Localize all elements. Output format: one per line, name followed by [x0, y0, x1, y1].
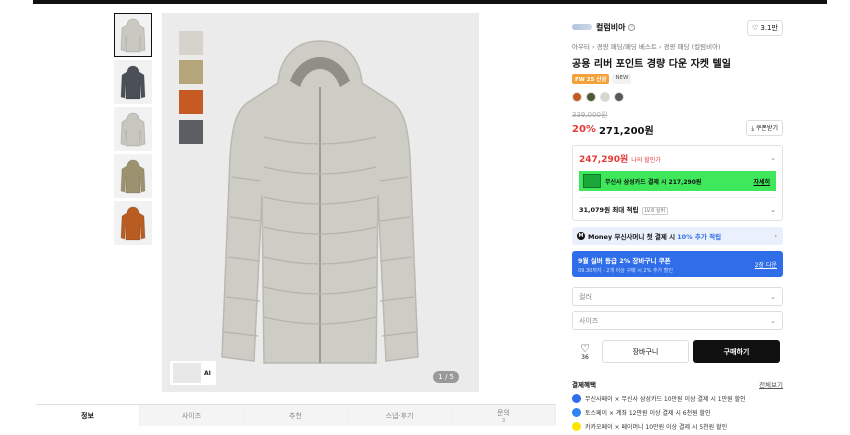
my-price-box: 247,290원 나의 할인가 ⌄ 무신사 삼성카드 결제 시 217,290원 …: [572, 145, 783, 221]
size-select[interactable]: 사이즈 ⌄: [572, 311, 783, 330]
jacket-thumbnail-image: [120, 206, 146, 241]
jacket-thumbnail-image: [120, 112, 146, 147]
tab-size[interactable]: 사이즈: [140, 405, 244, 426]
size-select-label: 사이즈: [579, 316, 599, 325]
sale-price: 271,200원: [598, 126, 654, 137]
promo-subtitle: 09.30까지 · 2개 이상 구매 시 2% 추가 할인: [578, 268, 673, 274]
chevron-down-icon: ⌄: [770, 293, 776, 301]
product-info-panel: 컬럼비아 i ♡ 3.1만 아우터 › 경량 패딩/패딩 베스트 › 경량 패딩…: [572, 18, 783, 431]
color-swatch-3: [179, 90, 203, 114]
main-product-image: AI 1 / 5: [162, 13, 479, 392]
brand-like-button[interactable]: ♡ 3.1만: [747, 20, 783, 36]
brand-logo[interactable]: [572, 24, 592, 30]
money-highlight: 10% 추가 적립: [677, 233, 722, 241]
discount-rate: 20%: [572, 124, 596, 135]
brand-name[interactable]: 컬럼비아: [596, 22, 625, 33]
thumbnail-3[interactable]: [114, 107, 152, 151]
info-icon[interactable]: i: [628, 23, 636, 31]
benefit-item[interactable]: 토스페이 × 계좌 12만원 이상 결제 시 6천원 할인: [572, 408, 783, 417]
points-row[interactable]: 31,079원 최대 적립 LV.6 실버 ⌄: [579, 197, 776, 215]
top-nav-bar: [33, 0, 827, 4]
ai-preview-image: [173, 363, 201, 383]
payment-logo-icon: [572, 394, 581, 403]
color-swatch-2: [179, 60, 203, 84]
color-select-label: 컬러: [579, 292, 592, 301]
coupon-promo-banner[interactable]: 9월 실버 등급 2% 장바구니 쿠폰 09.30까지 · 2개 이상 구매 시…: [572, 251, 783, 277]
my-price-row[interactable]: 247,290원 나의 할인가 ⌄: [579, 152, 776, 165]
money-text: Money 무신사머니 첫 결제 시: [588, 233, 676, 241]
color-option-light-gray[interactable]: [600, 92, 610, 102]
inquiry-count: 3: [501, 417, 506, 424]
points-text: 31,079원 최대 적립: [579, 206, 639, 214]
color-option-khaki[interactable]: [586, 92, 596, 102]
new-badge: NEW: [612, 74, 632, 84]
brand-row: 컬럼비아 i ♡ 3.1만: [572, 18, 783, 36]
promo-title: 9월 실버 등급 2% 장바구니 쿠폰: [578, 257, 671, 265]
card-icon: [583, 174, 601, 188]
product-tabs: 정보 사이즈 추천 스냅·후기 문의 3: [36, 404, 556, 426]
thumbnail-2[interactable]: [114, 60, 152, 104]
chevron-down-icon: ⌄: [770, 154, 776, 162]
like-button[interactable]: ♡ 36: [572, 343, 598, 361]
product-title: 공용 리버 포인트 경량 다운 자켓 텔일: [572, 59, 731, 70]
ai-label: AI: [204, 369, 211, 377]
benefits-view-all[interactable]: 전체보기: [759, 379, 783, 389]
image-counter: 1 / 5: [433, 371, 459, 383]
color-swatch-4: [179, 120, 203, 144]
heart-icon: ♡: [752, 24, 759, 32]
level-tag: LV.6 실버: [641, 207, 669, 215]
color-option-orange[interactable]: [572, 92, 582, 102]
tab-reviews[interactable]: 스냅·후기: [348, 405, 452, 426]
add-to-cart-button[interactable]: 장바구니: [602, 340, 689, 363]
money-logo-icon: M: [577, 232, 585, 240]
buy-now-button[interactable]: 구매하기: [693, 340, 780, 363]
payment-logo-icon: [572, 422, 581, 431]
coupon-button[interactable]: ⤓ 쿠폰받기: [746, 120, 783, 136]
color-options: [572, 92, 783, 102]
season-badge: FW 25 신상: [572, 74, 610, 84]
thumbnail-strip: [114, 13, 154, 248]
jacket-image: [221, 40, 419, 364]
badges: FW 25 신상 NEW: [572, 74, 783, 84]
heart-icon: ♡: [580, 341, 590, 355]
breadcrumb[interactable]: 아우터 › 경량 패딩/패딩 베스트 › 경량 패딩 (컬럼비아): [572, 41, 783, 51]
promo-download-link[interactable]: 2장 다운: [755, 260, 777, 269]
card-offer-banner[interactable]: 무신사 삼성카드 결제 시 217,290원 자세히: [579, 171, 776, 191]
brand-like-count: 3.1만: [760, 24, 778, 32]
jacket-thumbnail-image: [120, 65, 146, 100]
like-count: 36: [581, 353, 589, 361]
chevron-down-icon: ⌄: [770, 206, 776, 214]
jacket-thumbnail-image: [120, 18, 146, 53]
payment-benefits-header: 결제혜택 전체보기: [572, 379, 783, 389]
color-option-charcoal[interactable]: [614, 92, 624, 102]
ai-try-on-badge[interactable]: AI: [170, 361, 216, 385]
card-offer-link[interactable]: 자세히: [753, 177, 770, 186]
tab-info[interactable]: 정보: [36, 405, 140, 426]
my-price: 247,290원: [579, 155, 629, 165]
color-select[interactable]: 컬러 ⌄: [572, 287, 783, 306]
benefits-title: 결제혜택: [572, 381, 596, 389]
my-price-label: 나의 할인가: [631, 157, 661, 164]
tab-recommend[interactable]: 추천: [244, 405, 348, 426]
tab-inquiry[interactable]: 문의 3: [452, 405, 556, 426]
card-offer-text: 무신사 삼성카드 결제 시 217,290원: [605, 178, 702, 186]
benefit-item[interactable]: 무신사페이 × 무신사 삼성카드 10만원 이상 결제 시 1만원 할인: [572, 394, 783, 403]
thumbnail-4[interactable]: [114, 154, 152, 198]
thumbnail-5[interactable]: [114, 201, 152, 245]
price-row: 20% 271,200원 ⤓ 쿠폰받기: [572, 120, 783, 137]
payment-logo-icon: [572, 408, 581, 417]
thumbnail-1[interactable]: [114, 13, 152, 57]
chevron-right-icon: ›: [774, 232, 777, 240]
color-swatch-1: [179, 31, 203, 55]
purchase-actions: ♡ 36 장바구니 구매하기: [572, 340, 783, 363]
original-price: 339,000원: [572, 111, 608, 119]
benefit-item[interactable]: 카카오페이 × 페이머니 10만원 이상 결제 시 5천원 할인: [572, 422, 783, 431]
jacket-thumbnail-image: [120, 159, 146, 194]
money-banner[interactable]: M Money 무신사머니 첫 결제 시 10% 추가 적립 ›: [572, 227, 783, 245]
chevron-down-icon: ⌄: [770, 317, 776, 325]
